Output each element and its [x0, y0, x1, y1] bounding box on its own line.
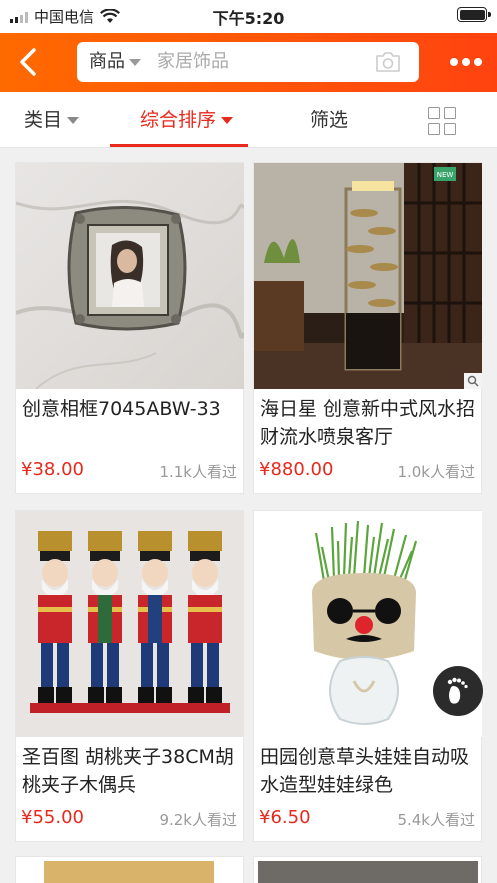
product-price: ¥55.00	[21, 807, 84, 828]
product-title: 田园创意草头娃娃自动吸水造型娃娃绿色	[260, 746, 470, 796]
product-image[interactable]	[44, 861, 214, 883]
product-price: ¥38.00	[21, 459, 84, 480]
search-header: 商品 家居饰品	[0, 33, 497, 92]
product-card[interactable]	[253, 856, 482, 883]
battery-icon	[457, 7, 491, 22]
caret-down-icon	[129, 58, 141, 66]
product-image[interactable]: NEW	[254, 163, 482, 389]
product-image[interactable]	[16, 511, 244, 737]
tab-sort-label: 综合排序	[140, 109, 217, 131]
back-button[interactable]	[8, 42, 48, 82]
search-box[interactable]: 商品 家居饰品	[77, 42, 419, 82]
product-price: ¥6.50	[259, 807, 311, 828]
product-title: 海日星 创意新中式风水招财流水喷泉客厅	[260, 398, 476, 448]
tab-category[interactable]: 类目	[24, 92, 80, 148]
caret-down-icon	[67, 116, 80, 124]
tab-category-label: 类目	[24, 109, 63, 131]
product-card[interactable]: 创意相框7045ABW-33 ¥38.00 1.1k人看过	[15, 162, 244, 494]
product-image[interactable]	[258, 861, 478, 883]
product-title: 圣百图 胡桃夹子38CM胡桃夹子木偶兵	[22, 746, 234, 796]
status-time: 下午5:20	[212, 9, 285, 28]
status-bar: 中国电信 下午5:20	[0, 0, 497, 33]
search-category-label: 商品	[89, 51, 125, 72]
search-category-dropdown[interactable]: 商品	[89, 42, 141, 82]
footprint-icon	[447, 677, 468, 704]
new-badge: NEW	[437, 171, 454, 179]
search-input[interactable]: 家居饰品	[157, 42, 229, 82]
product-title: 创意相框7045ABW-33	[22, 398, 221, 420]
product-card[interactable]: NEW 海日星 创意新中式风水招财流水喷泉客厅 ¥880.00 1.0k人看过	[253, 162, 482, 494]
dot	[474, 58, 482, 66]
product-card[interactable]	[15, 856, 244, 883]
product-views: 1.1k人看过	[159, 463, 237, 481]
sort-tab-bar: 类目 综合排序 筛选	[0, 92, 497, 148]
dot	[450, 58, 458, 66]
product-views: 5.4k人看过	[397, 811, 475, 829]
footprint-button[interactable]	[433, 666, 483, 716]
product-card[interactable]: 圣百图 胡桃夹子38CM胡桃夹子木偶兵 ¥55.00 9.2k人看过	[15, 510, 244, 842]
camera-icon[interactable]	[375, 51, 401, 73]
grid-view-icon[interactable]	[428, 107, 456, 135]
more-button[interactable]	[449, 52, 483, 72]
dot	[462, 58, 470, 66]
active-tab-indicator	[110, 144, 248, 147]
product-price: ¥880.00	[259, 459, 334, 480]
tab-comprehensive-sort[interactable]: 综合排序	[140, 92, 234, 148]
tab-filter[interactable]: 筛选	[310, 92, 348, 148]
product-image[interactable]	[16, 163, 244, 389]
chevron-left-icon	[20, 48, 36, 76]
product-views: 9.2k人看过	[159, 811, 237, 829]
tab-filter-label: 筛选	[310, 109, 349, 131]
caret-down-icon	[221, 116, 234, 124]
product-views: 1.0k人看过	[397, 463, 475, 481]
